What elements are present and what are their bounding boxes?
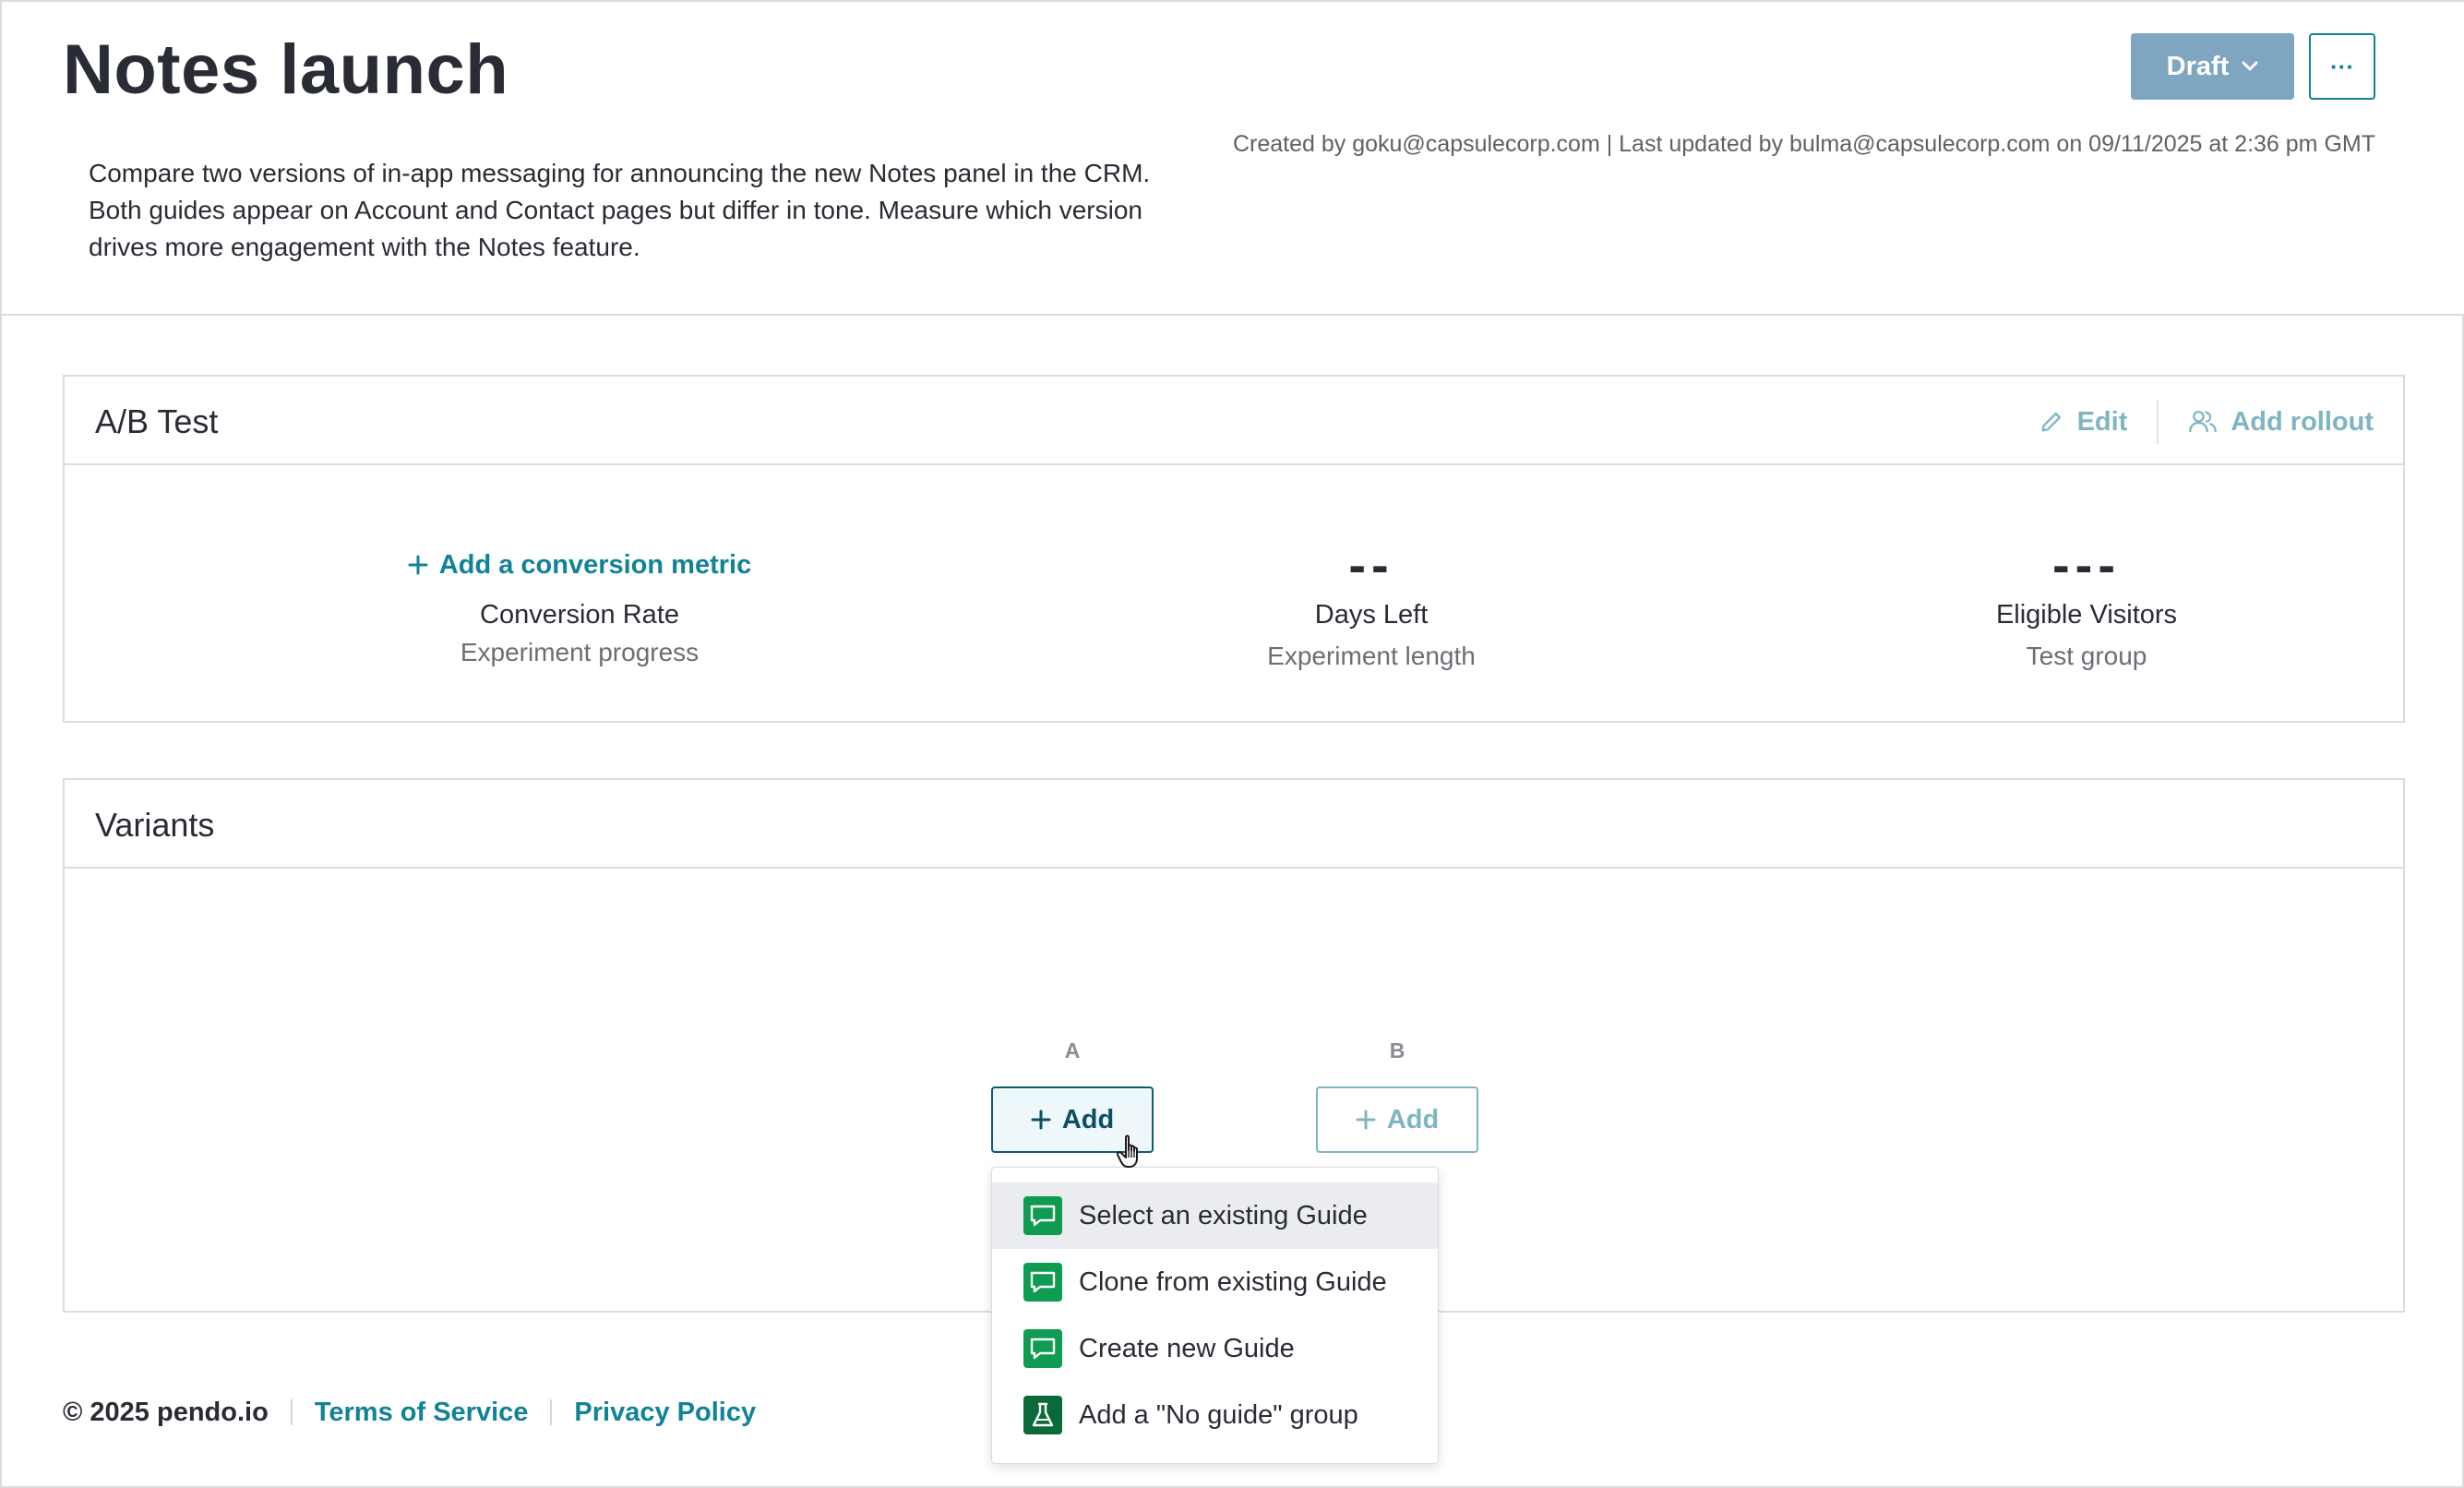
- add-rollout-label: Add rollout: [2231, 406, 2374, 437]
- metric-eligible-visitors: --- Eligible Visitors Test group: [1810, 539, 2363, 671]
- add-rollout-button[interactable]: Add rollout: [2188, 407, 2374, 438]
- edit-label: Edit: [2076, 406, 2128, 437]
- add-conversion-metric-link[interactable]: Add a conversion metric: [408, 539, 751, 591]
- menu-item-label: Select an existing Guide: [1079, 1200, 1368, 1230]
- metric-label: Conversion Rate: [480, 600, 679, 630]
- metric-conversion-rate: Add a conversion metric Conversion Rate …: [303, 539, 856, 667]
- add-label: Add: [1386, 1104, 1440, 1134]
- metric-sublabel: Experiment length: [1267, 642, 1476, 670]
- ab-test-card: A/B Test Edit Add rollout Add a conversi…: [63, 375, 2405, 723]
- created-updated-meta: Created by goku@capsulecorp.com | Last u…: [1232, 131, 2375, 157]
- add-label: Add: [1061, 1104, 1115, 1134]
- menu-item-create-new-guide[interactable]: Create new Guide: [992, 1315, 1438, 1382]
- variants-card-header: Variants: [65, 780, 2403, 869]
- app-frame: Notes launch Compare two versions of in-…: [0, 0, 2464, 1488]
- metric-value: ---: [2052, 535, 2121, 594]
- chevron-down-icon: [2242, 61, 2258, 71]
- plus-icon: [1031, 1110, 1051, 1130]
- ab-test-title: A/B Test: [95, 402, 219, 440]
- add-variant-menu: Select an existing Guide Clone from exis…: [991, 1167, 1439, 1464]
- guide-icon: [1023, 1263, 1062, 1302]
- footer-divider: [290, 1399, 293, 1425]
- status-label: Draft: [2166, 51, 2230, 81]
- page-title: Notes launch: [63, 30, 509, 109]
- metric-sublabel: Test group: [2026, 642, 2147, 670]
- more-icon: ···: [2330, 52, 2354, 80]
- variant-b-label: B: [1389, 1038, 1405, 1062]
- status-dropdown-button[interactable]: Draft: [2131, 33, 2294, 100]
- privacy-policy-link[interactable]: Privacy Policy: [574, 1398, 756, 1428]
- ab-test-card-header: A/B Test Edit Add rollout: [65, 377, 2403, 465]
- metric-days-left: -- Days Left Experiment length: [1094, 539, 1648, 671]
- menu-item-label: Create new Guide: [1079, 1333, 1295, 1363]
- metric-label: Eligible Visitors: [1995, 600, 2178, 630]
- variant-b-add-button[interactable]: Add: [1316, 1086, 1478, 1153]
- metric-sublabel: Experiment progress: [460, 638, 700, 666]
- terms-of-service-link[interactable]: Terms of Service: [315, 1398, 529, 1428]
- metric-label: Days Left: [1314, 600, 1429, 630]
- ab-test-actions: Edit Add rollout: [2039, 399, 2374, 445]
- plus-icon: [1356, 1110, 1376, 1130]
- pencil-icon: [2041, 412, 2061, 432]
- guide-icon: [1023, 1329, 1062, 1368]
- menu-item-clone-existing-guide[interactable]: Clone from existing Guide: [992, 1249, 1438, 1315]
- metric-value: --: [1348, 535, 1394, 594]
- page-footer: © 2025 pendo.io Terms of Service Privacy…: [63, 1394, 756, 1431]
- page-header: Notes launch Compare two versions of in-…: [2, 2, 2464, 316]
- more-options-button[interactable]: ···: [2309, 33, 2375, 100]
- menu-item-label: Clone from existing Guide: [1079, 1266, 1387, 1297]
- menu-item-add-no-guide-group[interactable]: Add a "No guide" group: [992, 1382, 1438, 1448]
- page-description: Compare two versions of in-app messaging…: [89, 159, 1151, 261]
- plus-icon: [408, 555, 428, 575]
- guide-icon: [1023, 1196, 1062, 1235]
- actions-divider: [2157, 400, 2159, 444]
- add-conversion-metric-label: Add a conversion metric: [438, 549, 752, 580]
- footer-divider: [550, 1399, 553, 1425]
- copyright: © 2025 pendo.io: [63, 1397, 269, 1427]
- users-icon: [2189, 411, 2218, 433]
- variants-title: Variants: [95, 806, 215, 844]
- menu-item-select-existing-guide[interactable]: Select an existing Guide: [992, 1182, 1438, 1249]
- menu-item-label: Add a "No guide" group: [1079, 1399, 1358, 1430]
- flask-icon: [1023, 1396, 1062, 1434]
- hand-pointer-cursor-icon: [1117, 1134, 1138, 1168]
- variant-a-label: A: [1064, 1038, 1081, 1062]
- edit-button[interactable]: Edit: [2039, 406, 2128, 438]
